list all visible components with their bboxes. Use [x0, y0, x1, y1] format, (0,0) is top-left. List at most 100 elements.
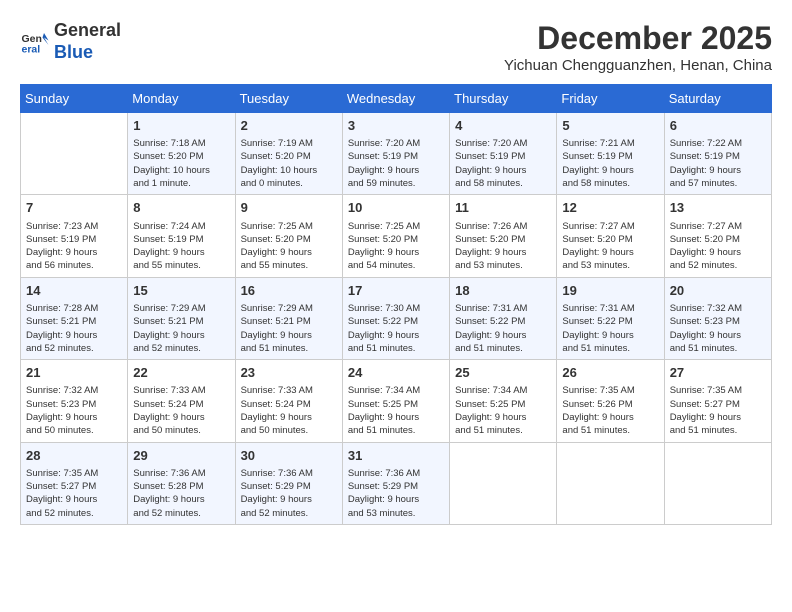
day-info: Sunrise: 7:29 AM Sunset: 5:21 PM Dayligh…: [133, 302, 229, 355]
day-number: 28: [26, 447, 122, 465]
day-number: 17: [348, 282, 444, 300]
location-title: Yichuan Chengguanzhen, Henan, China: [504, 57, 772, 74]
day-number: 18: [455, 282, 551, 300]
day-info: Sunrise: 7:36 AM Sunset: 5:29 PM Dayligh…: [348, 467, 444, 520]
day-info: Sunrise: 7:35 AM Sunset: 5:27 PM Dayligh…: [670, 384, 766, 437]
day-cell: [664, 442, 771, 524]
week-row-1: 1 Sunrise: 7:18 AM Sunset: 5:20 PM Daylig…: [21, 113, 772, 195]
week-row-2: 7 Sunrise: 7:23 AM Sunset: 5:19 PM Daylig…: [21, 195, 772, 277]
day-cell: 1 Sunrise: 7:18 AM Sunset: 5:20 PM Daylig…: [128, 113, 235, 195]
day-number: 31: [348, 447, 444, 465]
day-cell: 11Sunrise: 7:26 AM Sunset: 5:20 PM Dayli…: [450, 195, 557, 277]
day-number: 19: [562, 282, 658, 300]
day-cell: 7 Sunrise: 7:23 AM Sunset: 5:19 PM Daylig…: [21, 195, 128, 277]
day-number: 20: [670, 282, 766, 300]
day-number: 3: [348, 117, 444, 135]
day-info: Sunrise: 7:25 AM Sunset: 5:20 PM Dayligh…: [348, 220, 444, 273]
day-number: 12: [562, 199, 658, 217]
day-cell: 10Sunrise: 7:25 AM Sunset: 5:20 PM Dayli…: [342, 195, 449, 277]
svg-text:eral: eral: [22, 43, 41, 55]
day-info: Sunrise: 7:32 AM Sunset: 5:23 PM Dayligh…: [670, 302, 766, 355]
day-cell: [450, 442, 557, 524]
day-number: 23: [241, 364, 337, 382]
day-info: Sunrise: 7:22 AM Sunset: 5:19 PM Dayligh…: [670, 137, 766, 190]
day-info: Sunrise: 7:31 AM Sunset: 5:22 PM Dayligh…: [562, 302, 658, 355]
day-number: 13: [670, 199, 766, 217]
day-info: Sunrise: 7:25 AM Sunset: 5:20 PM Dayligh…: [241, 220, 337, 273]
day-info: Sunrise: 7:31 AM Sunset: 5:22 PM Dayligh…: [455, 302, 551, 355]
week-row-5: 28 Sunrise: 7:35 AM Sunset: 5:27 PM Dayli…: [21, 442, 772, 524]
day-number: 15: [133, 282, 229, 300]
week-row-4: 21Sunrise: 7:32 AM Sunset: 5:23 PM Dayli…: [21, 360, 772, 442]
month-title: December 2025: [504, 20, 772, 57]
logo: Gen eral General Blue: [20, 20, 121, 63]
day-cell: 29 Sunrise: 7:36 AM Sunset: 5:28 PM Dayli…: [128, 442, 235, 524]
day-number: 4: [455, 117, 551, 135]
logo-text: General Blue: [54, 20, 121, 63]
day-cell: 21Sunrise: 7:32 AM Sunset: 5:23 PM Dayli…: [21, 360, 128, 442]
day-info: Sunrise: 7:30 AM Sunset: 5:22 PM Dayligh…: [348, 302, 444, 355]
day-cell: 14 Sunrise: 7:28 AM Sunset: 5:21 PM Dayli…: [21, 277, 128, 359]
day-info: Sunrise: 7:27 AM Sunset: 5:20 PM Dayligh…: [670, 220, 766, 273]
day-info: Sunrise: 7:20 AM Sunset: 5:19 PM Dayligh…: [348, 137, 444, 190]
day-info: Sunrise: 7:26 AM Sunset: 5:20 PM Dayligh…: [455, 220, 551, 273]
day-info: Sunrise: 7:28 AM Sunset: 5:21 PM Dayligh…: [26, 302, 122, 355]
day-number: 27: [670, 364, 766, 382]
column-header-thursday: Thursday: [450, 85, 557, 113]
day-number: 16: [241, 282, 337, 300]
day-info: Sunrise: 7:19 AM Sunset: 5:20 PM Dayligh…: [241, 137, 337, 190]
day-cell: 4 Sunrise: 7:20 AM Sunset: 5:19 PM Daylig…: [450, 113, 557, 195]
day-info: Sunrise: 7:34 AM Sunset: 5:25 PM Dayligh…: [455, 384, 551, 437]
day-number: 8: [133, 199, 229, 217]
day-number: 24: [348, 364, 444, 382]
day-cell: 25 Sunrise: 7:34 AM Sunset: 5:25 PM Dayli…: [450, 360, 557, 442]
day-info: Sunrise: 7:24 AM Sunset: 5:19 PM Dayligh…: [133, 220, 229, 273]
day-cell: 28 Sunrise: 7:35 AM Sunset: 5:27 PM Dayli…: [21, 442, 128, 524]
day-info: Sunrise: 7:33 AM Sunset: 5:24 PM Dayligh…: [133, 384, 229, 437]
column-header-tuesday: Tuesday: [235, 85, 342, 113]
column-header-wednesday: Wednesday: [342, 85, 449, 113]
header-row: SundayMondayTuesdayWednesdayThursdayFrid…: [21, 85, 772, 113]
week-row-3: 14 Sunrise: 7:28 AM Sunset: 5:21 PM Dayli…: [21, 277, 772, 359]
day-info: Sunrise: 7:36 AM Sunset: 5:28 PM Dayligh…: [133, 467, 229, 520]
day-info: Sunrise: 7:35 AM Sunset: 5:27 PM Dayligh…: [26, 467, 122, 520]
day-info: Sunrise: 7:21 AM Sunset: 5:19 PM Dayligh…: [562, 137, 658, 190]
day-info: Sunrise: 7:23 AM Sunset: 5:19 PM Dayligh…: [26, 220, 122, 273]
day-cell: [557, 442, 664, 524]
day-info: Sunrise: 7:18 AM Sunset: 5:20 PM Dayligh…: [133, 137, 229, 190]
day-cell: 6 Sunrise: 7:22 AM Sunset: 5:19 PM Daylig…: [664, 113, 771, 195]
day-info: Sunrise: 7:36 AM Sunset: 5:29 PM Dayligh…: [241, 467, 337, 520]
day-cell: 19 Sunrise: 7:31 AM Sunset: 5:22 PM Dayli…: [557, 277, 664, 359]
day-info: Sunrise: 7:27 AM Sunset: 5:20 PM Dayligh…: [562, 220, 658, 273]
day-cell: 23Sunrise: 7:33 AM Sunset: 5:24 PM Dayli…: [235, 360, 342, 442]
column-header-sunday: Sunday: [21, 85, 128, 113]
day-cell: 16 Sunrise: 7:29 AM Sunset: 5:21 PM Dayli…: [235, 277, 342, 359]
day-cell: 12 Sunrise: 7:27 AM Sunset: 5:20 PM Dayli…: [557, 195, 664, 277]
day-cell: 3 Sunrise: 7:20 AM Sunset: 5:19 PM Daylig…: [342, 113, 449, 195]
day-cell: 18 Sunrise: 7:31 AM Sunset: 5:22 PM Dayli…: [450, 277, 557, 359]
day-number: 25: [455, 364, 551, 382]
day-cell: 31 Sunrise: 7:36 AM Sunset: 5:29 PM Dayli…: [342, 442, 449, 524]
day-info: Sunrise: 7:34 AM Sunset: 5:25 PM Dayligh…: [348, 384, 444, 437]
day-number: 1: [133, 117, 229, 135]
day-cell: 17 Sunrise: 7:30 AM Sunset: 5:22 PM Dayli…: [342, 277, 449, 359]
day-number: 2: [241, 117, 337, 135]
day-cell: 27 Sunrise: 7:35 AM Sunset: 5:27 PM Dayli…: [664, 360, 771, 442]
day-info: Sunrise: 7:29 AM Sunset: 5:21 PM Dayligh…: [241, 302, 337, 355]
day-cell: 9Sunrise: 7:25 AM Sunset: 5:20 PM Daylig…: [235, 195, 342, 277]
day-cell: [21, 113, 128, 195]
day-number: 21: [26, 364, 122, 382]
day-number: 6: [670, 117, 766, 135]
header: Gen eral General Blue December 2025 Yich…: [20, 20, 772, 74]
day-number: 29: [133, 447, 229, 465]
day-number: 26: [562, 364, 658, 382]
day-number: 7: [26, 199, 122, 217]
day-info: Sunrise: 7:20 AM Sunset: 5:19 PM Dayligh…: [455, 137, 551, 190]
day-cell: 8 Sunrise: 7:24 AM Sunset: 5:19 PM Daylig…: [128, 195, 235, 277]
day-cell: 22Sunrise: 7:33 AM Sunset: 5:24 PM Dayli…: [128, 360, 235, 442]
day-cell: 20 Sunrise: 7:32 AM Sunset: 5:23 PM Dayli…: [664, 277, 771, 359]
column-header-monday: Monday: [128, 85, 235, 113]
day-number: 14: [26, 282, 122, 300]
logo-icon: Gen eral: [20, 27, 50, 57]
column-header-saturday: Saturday: [664, 85, 771, 113]
